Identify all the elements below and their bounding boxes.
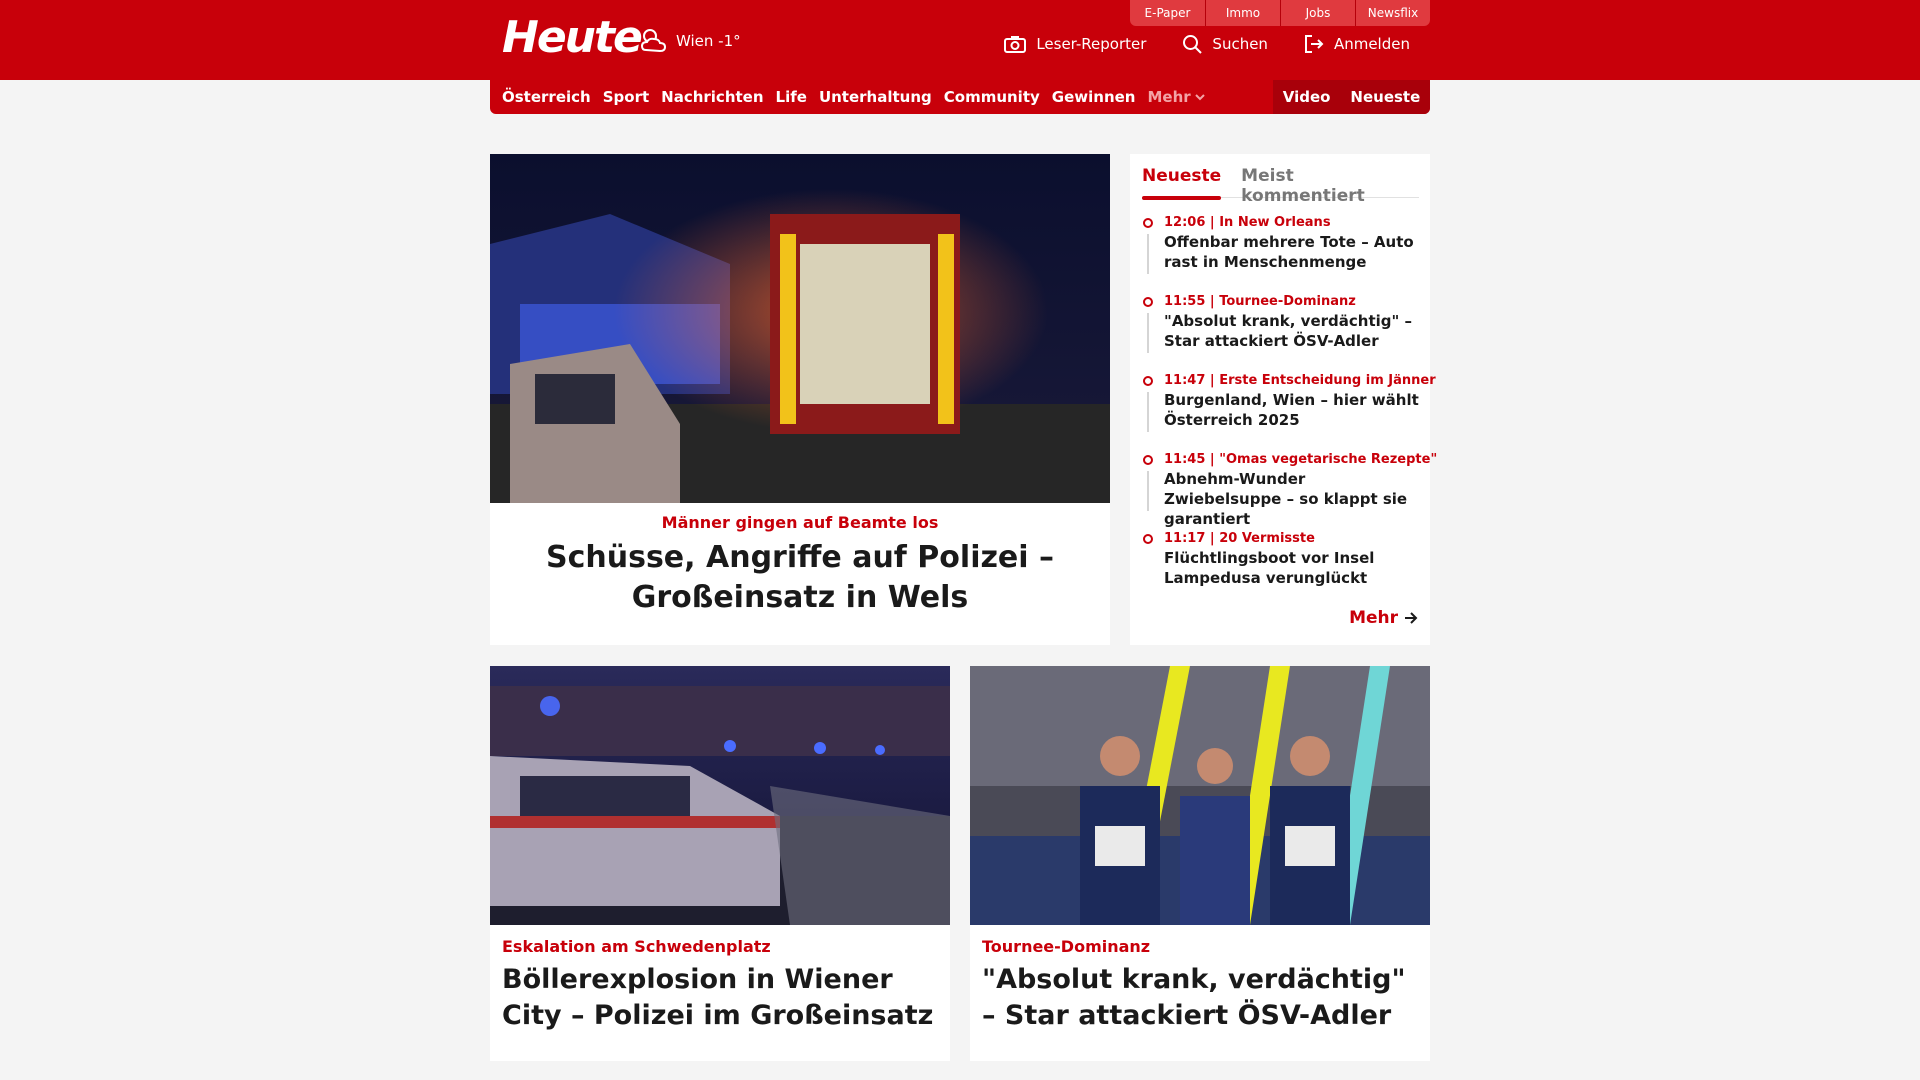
timeline-line (1147, 392, 1149, 432)
timeline-item[interactable]: 11:45 | "Omas vegetarische Rezepte" Abne… (1142, 451, 1438, 530)
timeline-dot-icon (1143, 376, 1153, 386)
header-inner: Heute Wien -1° E-Paper Immo Jobs Newsfli… (490, 0, 1430, 80)
timeline-item[interactable]: 12:06 | In New Orleans Offenbar mehrere … (1142, 214, 1419, 293)
nav-video[interactable]: Video (1283, 88, 1331, 106)
hero-kicker: Männer gingen auf Beamte los (661, 513, 939, 532)
article-headline[interactable]: Böllerexplosion in Wiener City – Polizei… (502, 962, 938, 1034)
tab-meist-kommentiert[interactable]: Meist kommentiert (1241, 162, 1419, 206)
timeline-time: 12:06 (1164, 215, 1206, 230)
timeline-title[interactable]: Burgenland, Wien – hier wählt Österreich… (1164, 390, 1419, 430)
search-icon (1183, 35, 1203, 54)
nav-item-community[interactable]: Community (944, 88, 1040, 106)
article-kicker: Tournee-Dominanz (982, 937, 1151, 956)
chevron-down-icon (1194, 93, 1205, 100)
service-immo[interactable]: Immo (1205, 0, 1280, 26)
timeline-meta: 11:45 | "Omas vegetarische Rezepte" (1164, 452, 1438, 467)
login-label: Anmelden (1333, 35, 1410, 53)
hero-article[interactable]: Männer gingen auf Beamte los Schüsse, An… (490, 154, 1110, 645)
timeline-item[interactable]: 11:17 | 20 Vermisste Flüchtlingsboot vor… (1142, 530, 1419, 609)
hero-headline[interactable]: Schüsse, Angriffe auf Polizei – Großeins… (530, 538, 1070, 618)
nav-item-unterhaltung[interactable]: Unterhaltung (819, 88, 932, 106)
reporter-label: Leser-Reporter (1036, 35, 1147, 53)
timeline-tag: 20 Vermisste (1219, 531, 1315, 546)
search-label: Suchen (1212, 35, 1268, 53)
article-card[interactable]: Tournee-Dominanz "Absolut krank, verdäch… (970, 666, 1430, 1061)
timeline-item[interactable]: 11:55 | Tournee-Dominanz "Absolut krank,… (1142, 293, 1419, 372)
nav-item-gewinnen[interactable]: Gewinnen (1052, 88, 1136, 106)
nav-more-label: Mehr (1147, 88, 1191, 106)
timeline-dot-icon (1143, 297, 1153, 307)
nav-item-oesterreich[interactable]: Österreich (502, 88, 591, 106)
reporter-button[interactable]: Leser-Reporter (1004, 34, 1146, 54)
timeline-list: 12:06 | In New Orleans Offenbar mehrere … (1142, 214, 1438, 609)
timeline-dot-icon (1143, 534, 1153, 544)
service-newsflix[interactable]: Newsflix (1355, 0, 1430, 26)
nav-item-nachrichten[interactable]: Nachrichten (661, 88, 763, 106)
timeline-meta: 11:17 | 20 Vermisste (1164, 531, 1315, 546)
article-kicker: Eskalation am Schwedenplatz (502, 937, 771, 956)
timeline-time: 11:45 (1164, 452, 1206, 467)
article-card[interactable]: Eskalation am Schwedenplatz Böllerexplos… (490, 666, 950, 1061)
timeline-title[interactable]: Flüchtlingsboot vor Insel Lampedusa veru… (1164, 548, 1419, 588)
service-links: E-Paper Immo Jobs Newsflix (1130, 0, 1430, 26)
tab-neueste[interactable]: Neueste (1142, 162, 1222, 200)
arrow-right-icon (1405, 612, 1418, 624)
nav-categories: Österreich Sport Nachrichten Life Unterh… (502, 80, 1205, 114)
hero-image[interactable] (490, 154, 1110, 503)
timeline-dot-icon (1143, 218, 1153, 228)
login-button[interactable]: Anmelden (1304, 34, 1410, 54)
timeline-tag: Erste Entscheidung im Jänner (1219, 373, 1436, 388)
article-image[interactable] (970, 666, 1430, 925)
weather-text: Wien -1° (676, 32, 741, 50)
weather-widget[interactable]: Wien -1° (638, 26, 741, 56)
timeline-time: 11:17 (1164, 531, 1206, 546)
timeline-line (1147, 234, 1149, 274)
sidebar-more-link[interactable]: Mehr (1349, 608, 1418, 628)
timeline-time: 11:55 (1164, 294, 1206, 309)
nav-featured: Video Neueste (1273, 80, 1430, 114)
site-logo[interactable]: Heute (502, 14, 643, 62)
timeline-line (1147, 313, 1149, 353)
timeline-time: 11:47 (1164, 373, 1206, 388)
camera-icon (1004, 36, 1027, 53)
article-headline[interactable]: "Absolut krank, verdächtig" – Star attac… (982, 962, 1418, 1034)
nav-item-sport[interactable]: Sport (603, 88, 649, 106)
timeline-dot-icon (1143, 455, 1153, 465)
timeline-title[interactable]: "Absolut krank, verdächtig" – Star attac… (1164, 311, 1419, 351)
service-jobs[interactable]: Jobs (1280, 0, 1355, 26)
main-nav: Österreich Sport Nachrichten Life Unterh… (490, 80, 1430, 114)
timeline-meta: 11:47 | Erste Entscheidung im Jänner (1164, 373, 1436, 388)
timeline-line (1147, 471, 1149, 511)
timeline-meta: 11:55 | Tournee-Dominanz (1164, 294, 1356, 309)
header-actions: Leser-Reporter Suchen Anmelden (1004, 34, 1410, 54)
service-epaper[interactable]: E-Paper (1130, 0, 1205, 26)
timeline-item[interactable]: 11:47 | Erste Entscheidung im Jänner Bur… (1142, 372, 1436, 451)
timeline-tag: "Omas vegetarische Rezepte" (1219, 452, 1438, 467)
nav-more-dropdown[interactable]: Mehr (1147, 88, 1205, 106)
search-button[interactable]: Suchen (1182, 34, 1268, 54)
login-icon (1304, 35, 1324, 53)
timeline-tag: In New Orleans (1219, 215, 1331, 230)
timeline-title[interactable]: Offenbar mehrere Tote – Auto rast in Men… (1164, 232, 1419, 272)
sidebar-tabs: Neueste Meist kommentiert (1142, 162, 1419, 206)
article-image[interactable] (490, 666, 950, 925)
nav-item-life[interactable]: Life (776, 88, 807, 106)
nav-latest[interactable]: Neueste (1350, 88, 1420, 106)
latest-sidebar: Neueste Meist kommentiert 12:06 | In New… (1130, 154, 1438, 645)
timeline-tag: Tournee-Dominanz (1219, 294, 1356, 309)
header-bar: Heute Wien -1° E-Paper Immo Jobs Newsfli… (0, 0, 1920, 80)
cloud-sun-icon (640, 29, 667, 53)
sidebar-more-label: Mehr (1349, 608, 1398, 628)
timeline-meta: 12:06 | In New Orleans (1164, 215, 1331, 230)
timeline-title[interactable]: Abnehm-Wunder Zwiebelsuppe – so klappt s… (1164, 469, 1419, 529)
